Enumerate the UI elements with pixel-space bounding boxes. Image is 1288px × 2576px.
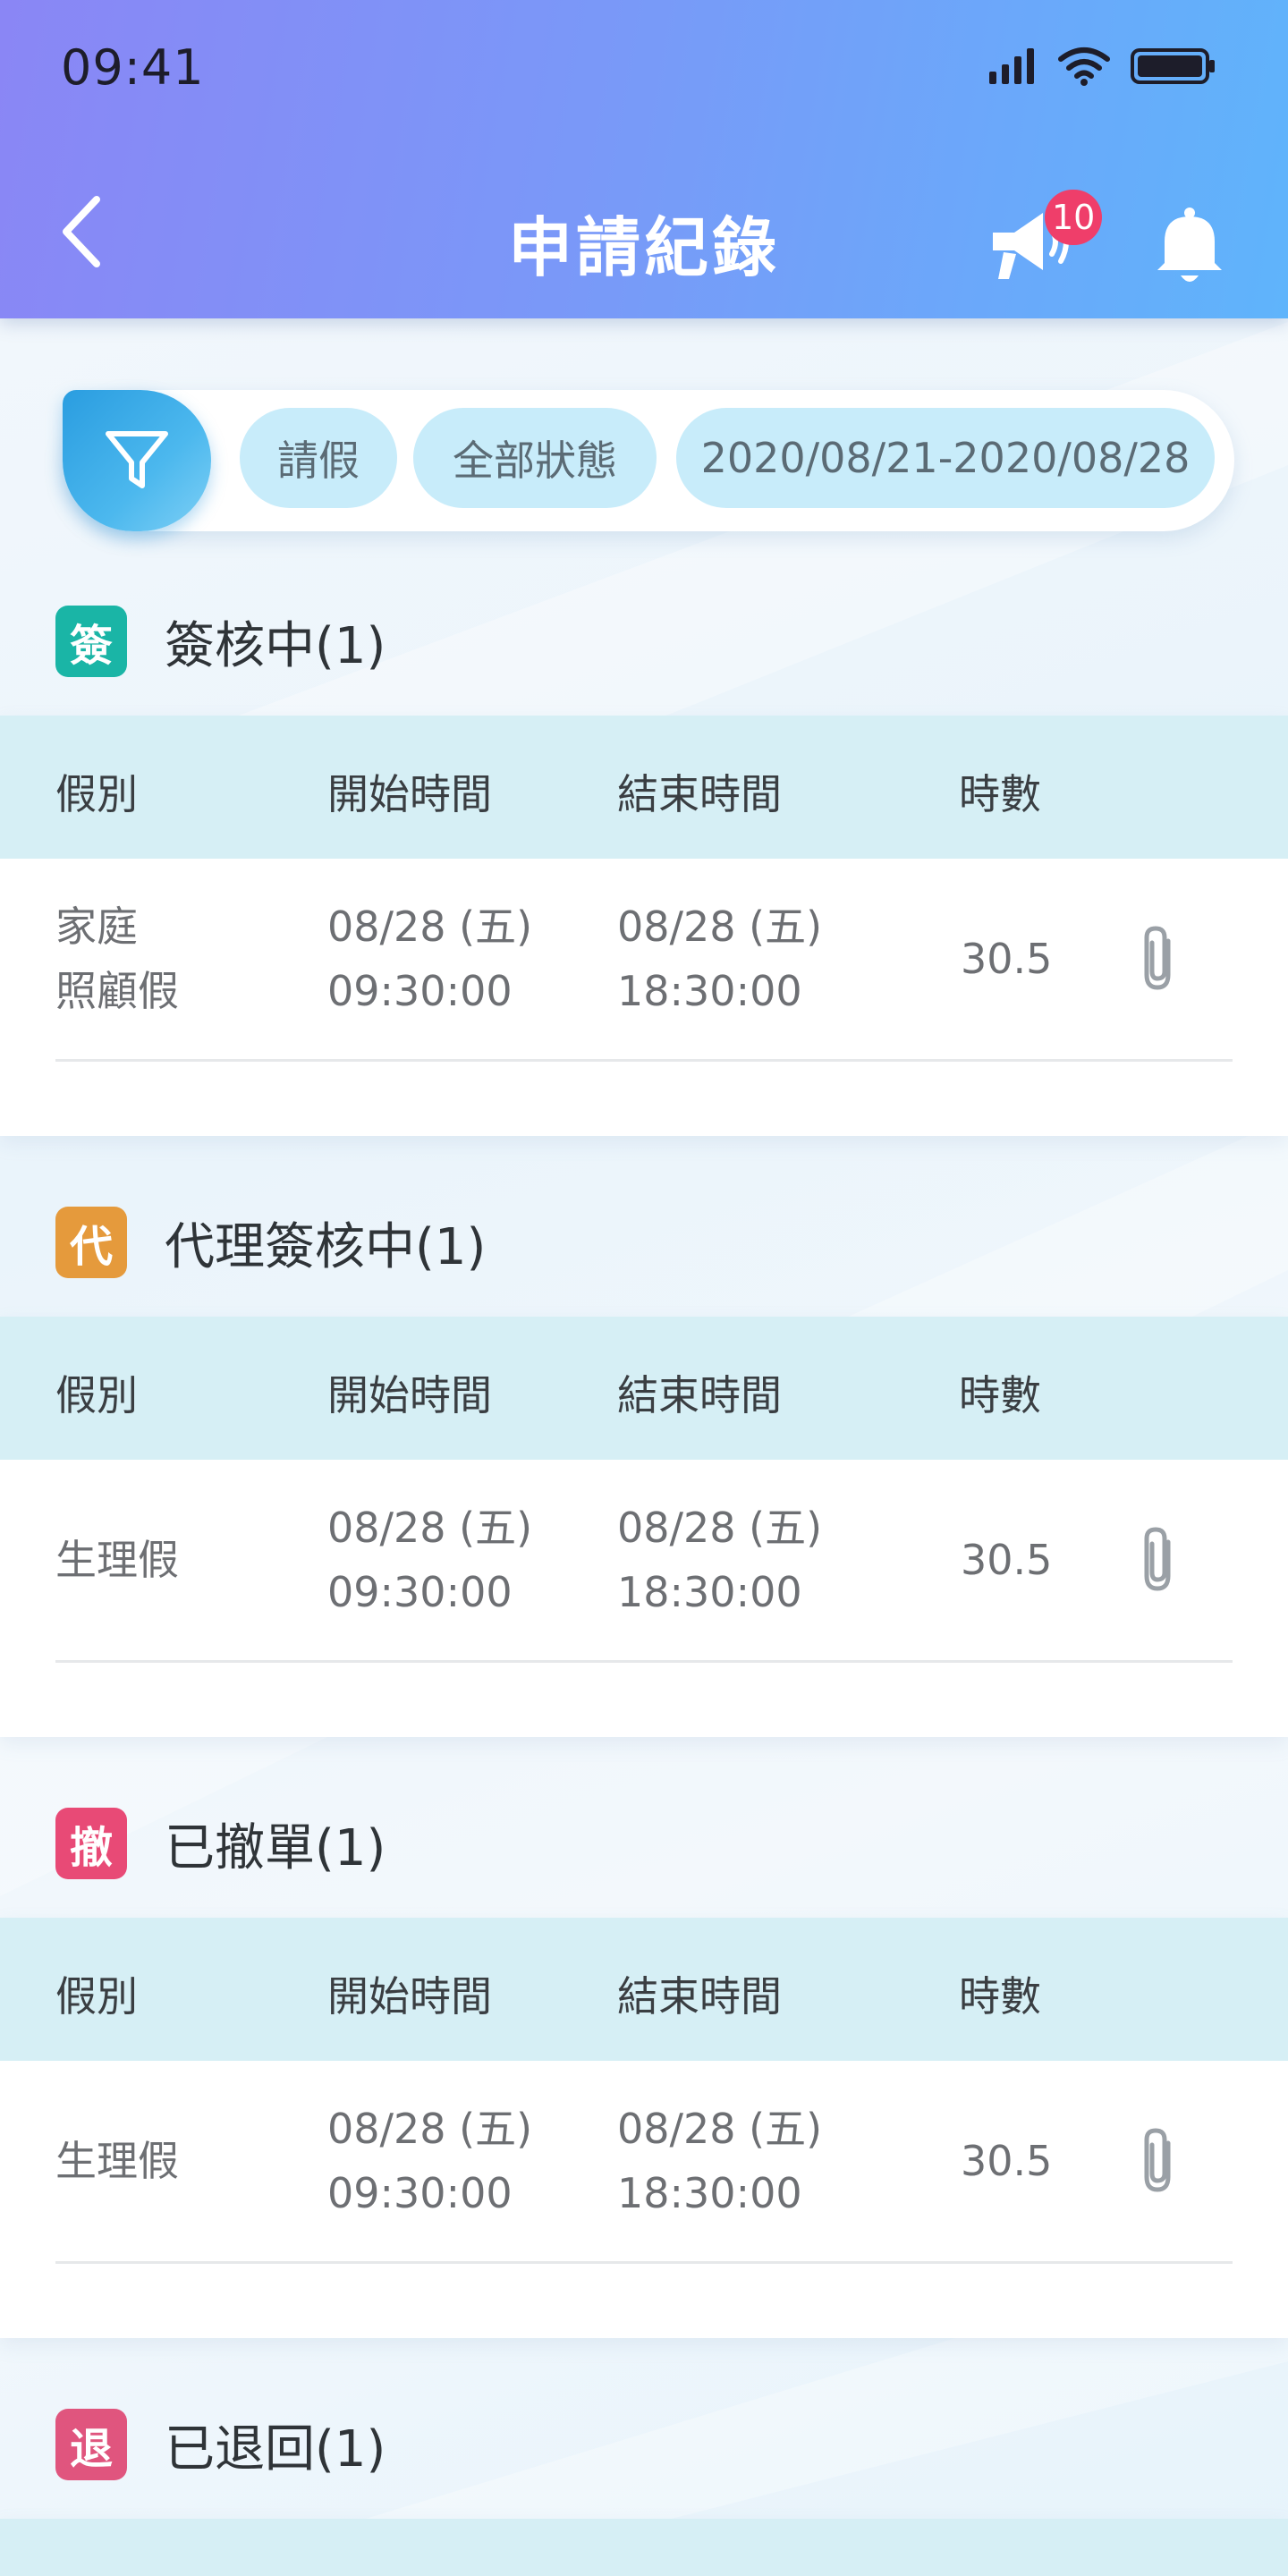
section-title: 已撤單(1) — [165, 1818, 386, 1877]
records-card-withdrawn: 假別 開始時間 結束時間 時數 生理假 08/28 (五) 09:30:00 0… — [0, 1918, 1288, 2338]
filter-funnel-icon — [106, 431, 168, 488]
row-divider — [55, 1059, 1233, 1062]
row-divider — [55, 2261, 1233, 2264]
cell-start-time: 08/28 (五) 09:30:00 — [327, 2105, 533, 2217]
section-header-withdrawn: 撤 已撤單(1) — [55, 1803, 386, 1884]
table-header — [0, 2519, 1288, 2576]
notifications-button[interactable] — [1154, 206, 1225, 286]
nav-bar: 申請紀錄 10 — [0, 179, 1288, 295]
filter-button[interactable] — [63, 390, 211, 531]
cell-end-time: 08/28 (五) 18:30:00 — [617, 1504, 823, 1616]
app-header: 09:41 申請紀錄 10 — [0, 0, 1288, 318]
column-header-end: 結束時間 — [617, 1972, 782, 2021]
records-card-pending: 假別 開始時間 結束時間 時數 家庭 照顧假 08/28 (五) 09:30:0… — [0, 716, 1288, 1136]
section-header-returned: 退 已退回(1) — [55, 2404, 386, 2485]
status-icons — [987, 47, 1216, 86]
column-header-hours: 時數 — [959, 1371, 1041, 1419]
section-title: 簽核中(1) — [165, 616, 386, 675]
filter-chip-status[interactable]: 全部狀態 — [413, 408, 657, 508]
cell-hours: 30.5 — [961, 935, 1053, 983]
withdrawn-badge-icon: 撤 — [55, 1808, 127, 1879]
section-header-pending: 簽 簽核中(1) — [55, 601, 386, 682]
column-header-start: 開始時間 — [327, 1972, 492, 2021]
cell-end-time: 08/28 (五) 18:30:00 — [617, 902, 823, 1015]
column-header-end: 結束時間 — [617, 1371, 782, 1419]
section-title: 已退回(1) — [165, 2419, 386, 2479]
wifi-icon — [1058, 47, 1110, 86]
cell-start-time: 08/28 (五) 09:30:00 — [327, 902, 533, 1015]
section-title: 代理簽核中(1) — [165, 1217, 487, 1276]
battery-icon — [1131, 48, 1215, 84]
records-card-returned — [0, 2519, 1288, 2576]
column-header-end: 結束時間 — [617, 770, 782, 818]
filter-bar: 請假 全部狀態 2020/08/21-2020/08/28 — [63, 390, 1234, 531]
column-header-hours: 時數 — [959, 770, 1041, 818]
cell-end-time: 08/28 (五) 18:30:00 — [617, 2105, 823, 2217]
cell-type[interactable]: 生理假 — [55, 2129, 179, 2193]
section-header-proxy: 代 代理簽核中(1) — [55, 1202, 486, 1283]
column-header-type: 假別 — [55, 1371, 138, 1419]
attachment-paperclip-icon[interactable] — [1132, 1524, 1182, 1596]
column-header-type: 假別 — [55, 1972, 138, 2021]
status-bar: 09:41 — [0, 0, 1288, 143]
cell-type[interactable]: 生理假 — [55, 1528, 179, 1592]
pending-badge-icon: 簽 — [55, 606, 127, 677]
bell-icon — [1157, 208, 1222, 282]
cell-type[interactable]: 家庭 照顧假 — [55, 894, 179, 1023]
cell-start-time: 08/28 (五) 09:30:00 — [327, 1504, 533, 1616]
column-header-start: 開始時間 — [327, 770, 492, 818]
table-header: 假別 開始時間 結束時間 時數 — [0, 1918, 1288, 2061]
column-header-hours: 時數 — [959, 1972, 1041, 2021]
cellular-signal-icon — [989, 48, 1034, 84]
cell-hours: 30.5 — [961, 1536, 1053, 1584]
row-divider — [55, 1660, 1233, 1663]
column-header-start: 開始時間 — [327, 1371, 492, 1419]
cell-hours: 30.5 — [961, 2137, 1053, 2185]
returned-badge-icon: 退 — [55, 2409, 127, 2480]
table-header: 假別 開始時間 結束時間 時數 — [0, 716, 1288, 859]
attachment-paperclip-icon[interactable] — [1132, 2125, 1182, 2197]
filter-chip-type[interactable]: 請假 — [240, 408, 397, 508]
notification-badge: 10 — [1045, 190, 1103, 245]
proxy-badge-icon: 代 — [55, 1207, 127, 1278]
status-time: 09:41 — [61, 39, 205, 96]
table-header: 假別 開始時間 結束時間 時數 — [0, 1317, 1288, 1460]
attachment-paperclip-icon[interactable] — [1132, 923, 1182, 995]
filter-chip-date-range[interactable]: 2020/08/21-2020/08/28 — [676, 408, 1215, 508]
column-header-type: 假別 — [55, 770, 138, 818]
records-card-proxy: 假別 開始時間 結束時間 時數 生理假 08/28 (五) 09:30:00 0… — [0, 1317, 1288, 1737]
